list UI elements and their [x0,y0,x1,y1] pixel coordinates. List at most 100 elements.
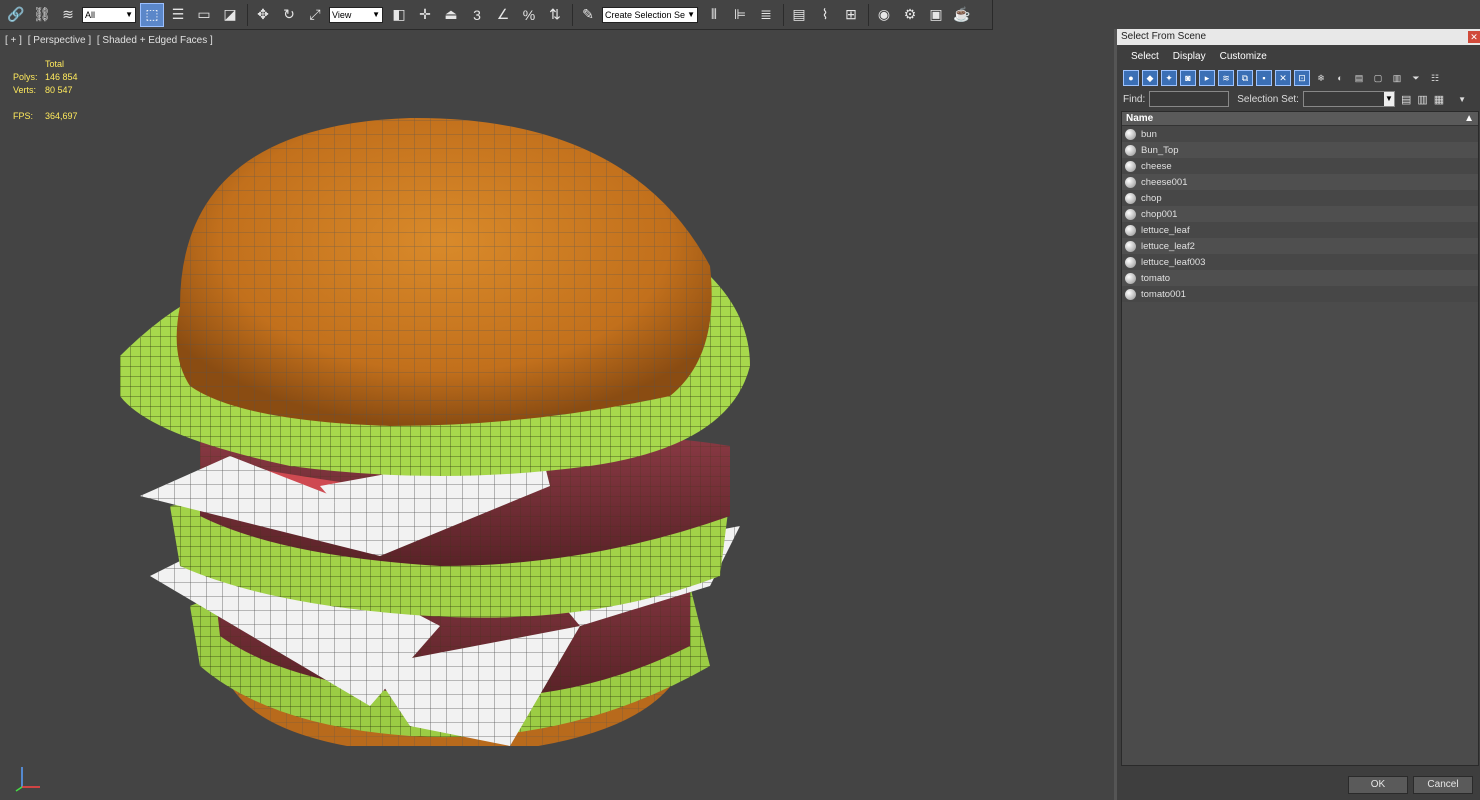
list-item[interactable]: lettuce_leaf003 [1122,254,1478,270]
list-item-label: cheese001 [1141,176,1188,188]
perspective-viewport[interactable]: [ + ] [ Perspective ] [ Shaded + Edged F… [0,31,1114,800]
group-filter-icon[interactable]: ⧉ [1237,70,1253,86]
list-item[interactable]: chop001 [1122,206,1478,222]
verts-value: 80 547 [45,85,73,95]
object-sphere-icon [1125,192,1136,204]
viewport-menu-label[interactable]: [ + ] [5,35,22,46]
rotate-icon[interactable]: ↻ [277,3,301,27]
list-item[interactable]: tomato001 [1122,286,1478,302]
remove-from-selection-set-icon[interactable]: ▦ [1434,93,1444,106]
menu-select[interactable]: Select [1131,51,1159,62]
percent-snap-icon[interactable]: % [517,3,541,27]
chevron-down-icon: ▼ [687,10,695,19]
list-item[interactable]: lettuce_leaf [1122,222,1478,238]
xref-filter-icon[interactable]: ▪ [1256,70,1272,86]
align-icon[interactable]: ⊫ [728,3,752,27]
layer-manager-icon[interactable]: ≣ [754,3,778,27]
frozen-filter-icon[interactable]: ❄ [1313,70,1329,86]
dialog-title: Select From Scene [1121,31,1207,42]
unlink-icon[interactable]: ⛓ [30,3,54,27]
top-bun[interactable] [176,117,712,426]
spinner-snap-icon[interactable]: ⇅ [543,3,567,27]
burger-3d-model[interactable] [110,106,770,746]
manipulate-icon[interactable]: ✛ [413,3,437,27]
bone-filter-icon[interactable]: ✕ [1275,70,1291,86]
light-filter-icon[interactable]: ✦ [1161,70,1177,86]
close-icon[interactable]: ✕ [1468,31,1480,43]
new-selection-set-icon[interactable]: ▤ [1401,93,1411,106]
mirror-icon[interactable]: ⫴ [702,3,726,27]
spacewarp-filter-icon[interactable]: ≋ [1218,70,1234,86]
viewport-pov-label[interactable]: [ Perspective ] [28,35,91,46]
object-sphere-icon [1125,160,1136,172]
render-setup-icon[interactable]: ⚙ [898,3,922,27]
cancel-button[interactable]: Cancel [1413,776,1473,794]
reference-coordinate-dropdown[interactable]: View ▼ [329,6,383,23]
ok-button[interactable]: OK [1348,776,1408,794]
list-item[interactable]: cheese [1122,158,1478,174]
link-icon[interactable]: 🔗 [4,3,28,27]
named-selection-set-dropdown[interactable]: Create Selection Se ▼ [602,6,698,23]
menu-customize[interactable]: Customize [1220,51,1267,62]
dialog-filter-toolbar: ● ◆ ✦ ◙ ▸ ≋ ⧉ ▪ ✕ ⊡ ❄ ◐ ▤ ▢ ▥ ⏷ ☷ [1117,67,1480,89]
material-editor-icon[interactable]: ◉ [872,3,896,27]
list-header[interactable]: Name ▲ [1122,112,1478,126]
find-input[interactable] [1149,91,1230,107]
list-item-label: cheese [1141,160,1172,172]
list-item[interactable]: tomato [1122,270,1478,286]
dialog-title-bar[interactable]: Select From Scene ✕ [1117,29,1480,45]
selection-filter-dropdown[interactable]: All ▼ [82,6,136,23]
curve-editor-icon[interactable]: ⌇ [813,3,837,27]
add-to-selection-set-icon[interactable]: ▥ [1417,93,1427,106]
selection-set-dropdown[interactable]: ▼ [1302,91,1395,107]
angle-snap-icon[interactable]: ∠ [491,3,515,27]
container-filter-icon[interactable]: ⊡ [1294,70,1310,86]
pivot-center-icon[interactable]: ◧ [387,3,411,27]
display-all-icon[interactable]: ▤ [1351,70,1367,86]
viewport-label: [ + ] [ Perspective ] [ Shaded + Edged F… [5,35,216,46]
shape-filter-icon[interactable]: ◆ [1142,70,1158,86]
scale-icon[interactable]: ⤢ [303,3,327,27]
camera-filter-icon[interactable]: ◙ [1180,70,1196,86]
list-item[interactable]: lettuce_leaf2 [1122,238,1478,254]
move-icon[interactable]: ✥ [251,3,275,27]
scene-object-list[interactable]: Name ▲ bun Bun_Topcheese cheese001 chop chop… [1121,111,1479,766]
stats-fps: FPS: 364,697 [13,111,78,121]
stats-verts: Verts: 80 547 [13,85,73,95]
viewport-shading-label[interactable]: [ Shaded + Edged Faces ] [97,35,213,46]
list-item[interactable]: cheese001 [1122,174,1478,190]
render-teapot-icon[interactable]: ☕ [950,3,974,27]
selection-filter-value: All [85,9,96,20]
expand-options-icon[interactable]: ▼ [1458,95,1466,104]
list-item-label: lettuce_leaf [1141,224,1190,236]
filter-icon[interactable]: ⏷ [1408,70,1424,86]
object-sphere-icon [1125,176,1136,188]
menu-display[interactable]: Display [1173,51,1206,62]
sort-asc-icon: ▲ [1464,113,1474,124]
geometry-filter-icon[interactable]: ● [1123,70,1139,86]
list-item[interactable]: bun [1122,126,1478,142]
separator [868,3,869,26]
bind-spacewarp-icon[interactable]: ≋ [56,3,80,27]
selection-set-label: Selection Set: [1237,93,1299,105]
snap-toggle-icon[interactable]: 3 [465,3,489,27]
rendered-frame-window-icon[interactable]: ▣ [924,3,948,27]
rectangle-selection-icon[interactable]: ▭ [192,3,216,27]
hidden-filter-icon[interactable]: ◐ [1332,70,1348,86]
invert-display-icon[interactable]: ▥ [1389,70,1405,86]
object-sphere-icon [1125,240,1136,252]
window-crossing-icon[interactable]: ◪ [218,3,242,27]
list-item[interactable]: chop [1122,190,1478,206]
select-object-icon[interactable]: ⬚ [140,2,164,27]
helper-filter-icon[interactable]: ▸ [1199,70,1215,86]
schematic-view-icon[interactable]: ⊞ [839,3,863,27]
scene-explorer-icon[interactable]: ▤ [787,3,811,27]
select-by-name-icon[interactable]: ☰ [166,3,190,27]
column-name-header[interactable]: Name [1126,112,1153,125]
edit-named-selection-icon[interactable]: ✎ [576,3,600,27]
display-none-icon[interactable]: ▢ [1370,70,1386,86]
hierarchy-icon[interactable]: ☷ [1427,70,1443,86]
list-item[interactable]: Bun_Top [1122,142,1478,158]
object-sphere-icon [1125,128,1136,140]
keyboard-shortcut-icon[interactable]: ⏏ [439,3,463,27]
